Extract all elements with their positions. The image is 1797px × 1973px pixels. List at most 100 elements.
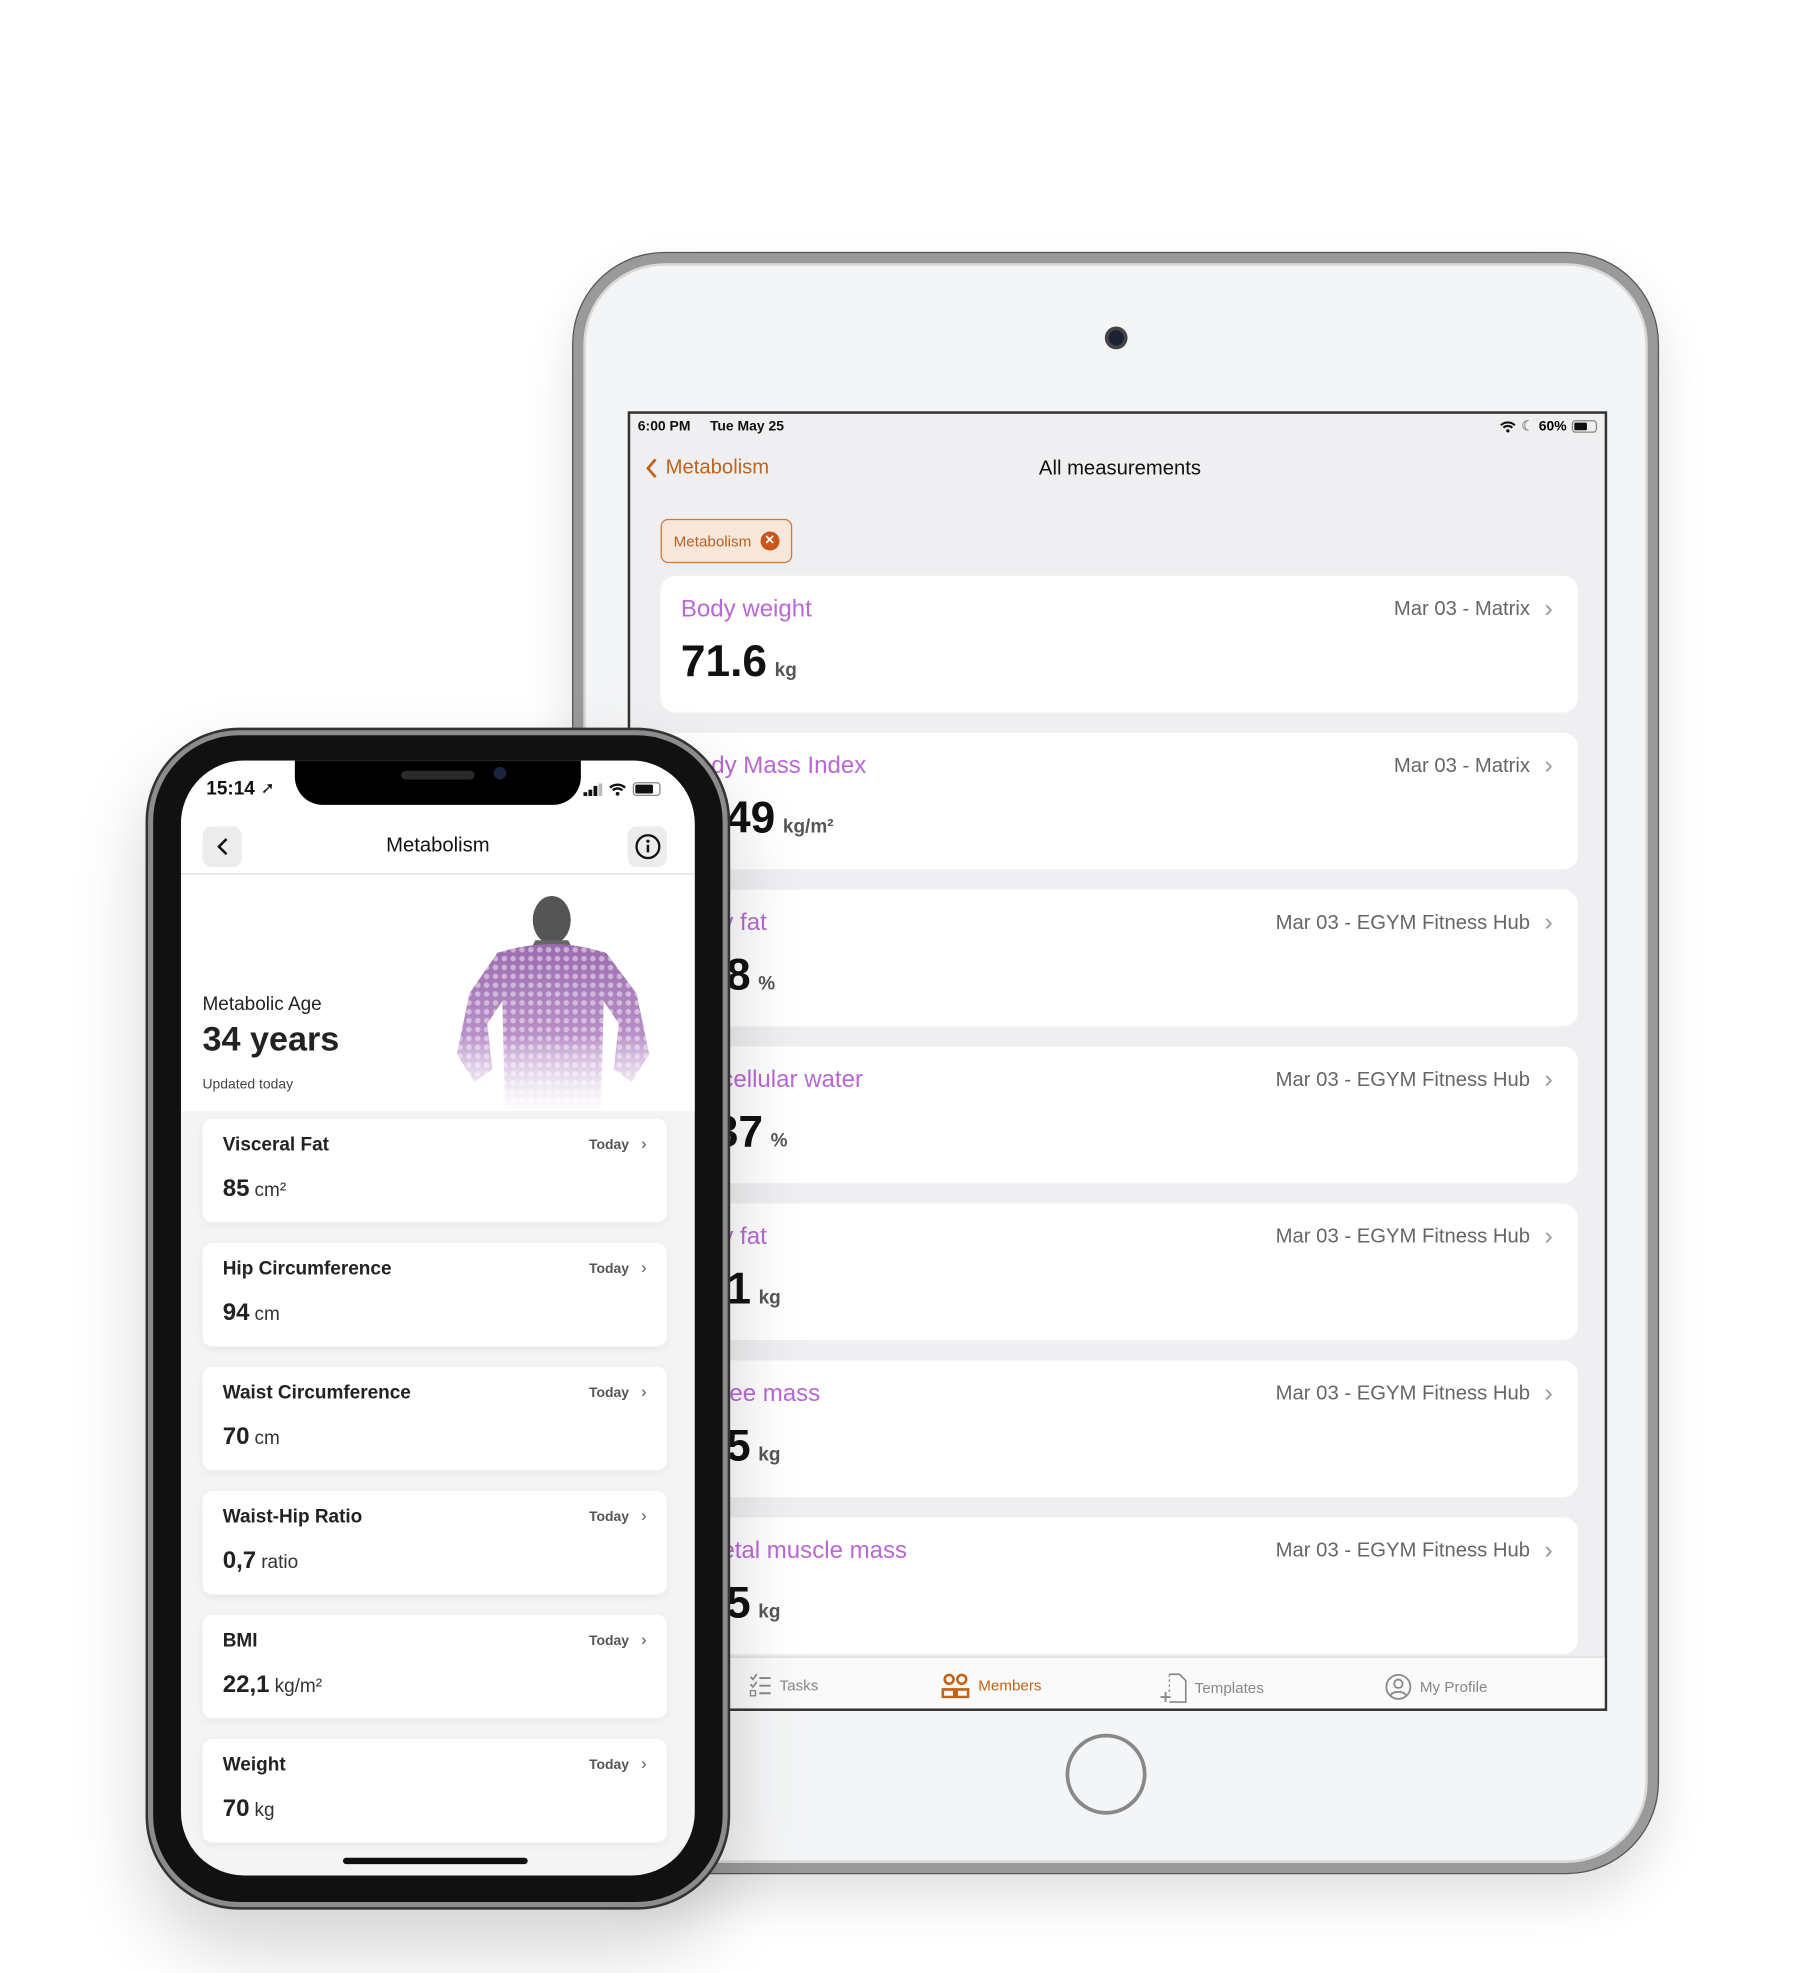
value-number: 1 xyxy=(726,1264,752,1314)
tab-label: Tasks xyxy=(779,1676,819,1695)
phone-notch xyxy=(294,760,581,805)
home-button[interactable] xyxy=(1065,1733,1147,1815)
metric-card[interactable]: Weight 70 kg Today › xyxy=(202,1738,667,1843)
status-date: Tue May 25 xyxy=(709,418,784,435)
metric-card[interactable]: Hip Circumference 94 cm Today › xyxy=(202,1242,667,1347)
chevron-right-icon: › xyxy=(641,1505,647,1525)
metric-card[interactable]: BMI 22,1 kg/m² Today › xyxy=(202,1614,667,1719)
measurement-title: cellular water xyxy=(721,1066,863,1094)
metric-title: Visceral Fat xyxy=(222,1133,329,1156)
tab-tasks[interactable]: Tasks xyxy=(749,1673,818,1698)
measurement-card[interactable]: y fat .8% Mar 03 - EGYM Fitness Hub › xyxy=(660,889,1579,1027)
value-number: 70 xyxy=(222,1423,250,1451)
measurement-title: dy Mass Index xyxy=(711,752,867,780)
value-unit: cm² xyxy=(254,1179,287,1201)
metric-card[interactable]: Visceral Fat 85 cm² Today › xyxy=(202,1118,667,1223)
chevron-right-icon: › xyxy=(641,1133,647,1153)
metric-value: 70 cm xyxy=(223,1424,280,1452)
value-unit: kg xyxy=(774,659,797,681)
measurement-value: 1 kg xyxy=(726,1264,780,1315)
measurement-card[interactable]: cellular water 37% Mar 03 - EGYM Fitness H… xyxy=(660,1046,1579,1184)
metric-value: 85 cm² xyxy=(223,1176,286,1204)
measurement-title: y fat xyxy=(721,1223,767,1251)
measurement-title: Body weight xyxy=(680,596,812,623)
value-unit: kg/m² xyxy=(782,816,834,838)
tab-members[interactable]: Members xyxy=(940,1673,1042,1699)
measurement-card[interactable]: etal muscle mass .5 kg Mar 03 - EGYM Fitnes… xyxy=(660,1517,1579,1655)
phone-screen: 15:14 ➚ Metabolism Metabolic Age 34 year… xyxy=(180,760,695,1876)
metric-date: Today xyxy=(588,1757,629,1773)
measurement-card[interactable]: y fat 1 kg Mar 03 - EGYM Fitness Hub › xyxy=(660,1203,1579,1341)
chevron-right-icon: › xyxy=(641,1753,647,1773)
checklist-icon xyxy=(749,1673,771,1697)
chevron-right-icon: › xyxy=(641,1257,647,1277)
metric-value: 22,1 kg/m² xyxy=(223,1672,322,1700)
measurement-title: y fat xyxy=(721,909,767,937)
close-icon[interactable]: ✕ xyxy=(760,531,780,551)
profile-icon xyxy=(1385,1674,1412,1700)
measurement-card[interactable]: Body weight 71.6 kg Mar 03 - Matrix › xyxy=(660,575,1579,713)
moon-icon: ☾ xyxy=(1521,418,1534,435)
metric-date: Today xyxy=(588,1385,629,1401)
members-icon xyxy=(941,1673,970,1699)
metric-date: Today xyxy=(588,1509,629,1525)
measurement-source: Mar 03 - Matrix xyxy=(1393,598,1530,621)
measurement-source: Mar 03 - EGYM Fitness Hub xyxy=(1275,1383,1530,1405)
value-unit: cm xyxy=(254,1427,280,1449)
tab-bar: Tasks Members Templates My Profile xyxy=(630,1656,1605,1709)
metric-title: Hip Circumference xyxy=(222,1257,392,1280)
value-number: 0,7 xyxy=(222,1547,257,1575)
filter-chip[interactable]: Metabolism ✕ xyxy=(660,518,793,564)
tab-templates[interactable]: Templates xyxy=(1159,1673,1264,1703)
metric-card[interactable]: Waist-Hip Ratio 0,7 ratio Today › xyxy=(202,1490,667,1595)
metric-date: Today xyxy=(588,1261,629,1277)
chevron-right-icon: › xyxy=(641,1381,647,1401)
measurement-source: Mar 03 - EGYM Fitness Hub xyxy=(1275,1226,1530,1248)
tab-label: Members xyxy=(978,1676,1042,1695)
page-title: All measurements xyxy=(1038,458,1201,480)
value-number: 85 xyxy=(222,1175,250,1203)
value-unit: kg xyxy=(254,1799,275,1822)
value-number: 94 xyxy=(222,1299,250,1327)
chevron-right-icon: › xyxy=(1544,1536,1553,1565)
battery-percent: 60% xyxy=(1538,418,1567,434)
location-arrow-icon: ➚ xyxy=(260,778,275,798)
metric-title: Waist Circumference xyxy=(222,1381,411,1404)
status-indicators xyxy=(583,782,661,796)
status-indicators: ☾ 60% xyxy=(1500,418,1598,435)
value-unit: kg/m² xyxy=(274,1675,323,1698)
chevron-right-icon: › xyxy=(641,1629,647,1649)
measurement-card[interactable]: dy Mass Index .49 kg/m² Mar 03 - Matrix › xyxy=(660,732,1579,870)
home-indicator[interactable] xyxy=(342,1857,528,1865)
measurement-source: Mar 03 - EGYM Fitness Hub xyxy=(1275,912,1530,934)
tab-my-profile[interactable]: My Profile xyxy=(1384,1673,1487,1701)
value-unit: % xyxy=(770,1130,788,1152)
value-unit: kg xyxy=(758,1443,781,1466)
value-number: 22,1 xyxy=(222,1671,270,1699)
signal-icon xyxy=(583,782,603,796)
measurement-card[interactable]: ree mass .5 kg Mar 03 - EGYM Fitness Hub › xyxy=(660,1360,1579,1498)
tab-label: My Profile xyxy=(1419,1678,1488,1696)
measurement-title: etal muscle mass xyxy=(721,1537,908,1565)
value-unit: kg xyxy=(758,1600,781,1623)
value-unit: kg xyxy=(758,1287,781,1309)
chevron-right-icon: › xyxy=(1544,1222,1553,1251)
value-unit: % xyxy=(758,973,776,995)
chevron-right-icon: › xyxy=(1544,1379,1553,1408)
metric-value: 0,7 ratio xyxy=(223,1548,298,1576)
metric-date: Today xyxy=(588,1137,629,1153)
value-number: 70 xyxy=(222,1795,250,1823)
tablet-screen: 6:00 PM Tue May 25 ☾ 60% Metabolism All … xyxy=(627,411,1608,1711)
chevron-right-icon: › xyxy=(1544,1065,1553,1094)
chevron-right-icon: › xyxy=(1544,594,1553,623)
metabolic-age-label: Metabolic Age xyxy=(202,993,322,1015)
measurement-value: .49 kg/m² xyxy=(714,793,834,844)
measurement-source: Mar 03 - EGYM Fitness Hub xyxy=(1275,1540,1530,1562)
metric-card[interactable]: Waist Circumference 70 cm Today › xyxy=(202,1366,667,1471)
info-button[interactable] xyxy=(627,826,667,867)
wifi-icon xyxy=(1500,420,1516,432)
body-figure-image xyxy=(456,895,650,1110)
updated-label: Updated today xyxy=(202,1076,294,1093)
value-number: 71.6 xyxy=(680,636,768,686)
measurement-source: Mar 03 - EGYM Fitness Hub xyxy=(1275,1069,1530,1091)
